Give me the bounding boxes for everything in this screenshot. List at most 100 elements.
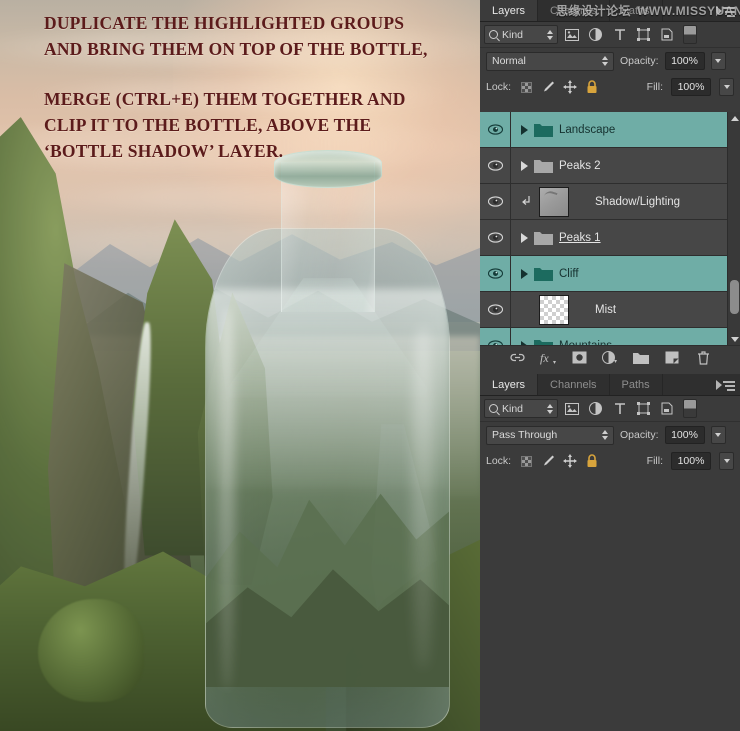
lock-all-icon[interactable]	[585, 80, 599, 94]
layer-visibility-toggle[interactable]	[480, 184, 511, 219]
tab-channels[interactable]: Channels	[538, 374, 610, 395]
tab-channels[interactable]: Channels	[538, 0, 610, 21]
layer-row-content[interactable]: Cliff	[511, 256, 740, 291]
search-icon	[489, 404, 498, 413]
lock-position-move-icon[interactable]	[563, 80, 578, 94]
filter-kind-label: Kind	[502, 402, 524, 415]
adjustment-layer-filter-icon[interactable]	[585, 25, 606, 44]
layer-visibility-toggle[interactable]	[480, 112, 511, 147]
layer-name[interactable]: Peaks 2	[559, 160, 601, 172]
opacity-dropdown-icon[interactable]	[710, 426, 726, 444]
lock-image-pixels-brush-icon[interactable]	[541, 80, 555, 94]
layer-name[interactable]: Mist	[595, 304, 616, 316]
chevron-right-icon[interactable]	[521, 124, 528, 135]
shape-layer-filter-icon[interactable]	[633, 25, 654, 44]
layer-name[interactable]: Cliff	[559, 268, 579, 280]
filter-kind-select[interactable]: Kind	[484, 399, 558, 418]
layer-name[interactable]: Peaks 1	[559, 232, 601, 244]
opacity-input[interactable]: 100%	[664, 426, 705, 444]
eye-icon	[487, 268, 503, 279]
layer-row-peaks-2[interactable]: Peaks 2	[480, 148, 740, 184]
layer-name[interactable]: Landscape	[559, 124, 615, 136]
tab-paths[interactable]: Paths	[609, 0, 663, 21]
bottle-highlight-right	[412, 328, 434, 668]
lock-all-icon[interactable]	[585, 454, 599, 468]
layer-visibility-toggle[interactable]	[480, 148, 511, 183]
lock-transparent-pixels-icon[interactable]	[519, 454, 533, 468]
opacity-dropdown-icon[interactable]	[710, 52, 726, 70]
layer-list-top[interactable]: Landscape Peaks 2 Shadow/Lighting Peaks …	[480, 112, 740, 345]
blend-opacity-row-top: Normal Opacity: 100%	[480, 48, 740, 74]
layer-row-content[interactable]: Shadow/Lighting	[511, 184, 740, 219]
chevron-right-icon[interactable]	[521, 268, 528, 279]
smart-object-filter-icon[interactable]	[657, 25, 678, 44]
chevron-updown-icon	[547, 403, 553, 414]
svg-text:fx: fx	[540, 351, 549, 365]
filter-enable-toggle[interactable]	[683, 399, 697, 418]
layer-row-content[interactable]: Peaks 2	[511, 148, 740, 183]
fill-label: Fill:	[646, 455, 663, 467]
tutorial-annotation: DUPLICATE THE HIGHLIGHTED GROUPS AND BRI…	[44, 10, 464, 164]
blend-mode-select[interactable]: Normal	[486, 51, 614, 71]
layer-thumbnail[interactable]	[539, 186, 569, 217]
link-layers-icon[interactable]	[508, 349, 526, 367]
scroll-down-arrow-icon[interactable]	[728, 333, 740, 345]
scrollbar-thumb[interactable]	[730, 280, 739, 314]
fill-dropdown-icon[interactable]	[719, 78, 734, 96]
layer-name[interactable]: Shadow/Lighting	[595, 196, 680, 208]
filter-enable-toggle[interactable]	[683, 25, 697, 44]
chevron-updown-icon	[602, 430, 608, 440]
fill-label: Fill:	[646, 81, 663, 93]
tab-layers[interactable]: Layers	[480, 0, 539, 21]
layer-row-content[interactable]: Mist	[511, 292, 740, 327]
canvas-artwork[interactable]: DUPLICATE THE HIGHLIGHTED GROUPS AND BRI…	[0, 0, 480, 731]
pixel-layer-filter-icon[interactable]	[561, 399, 582, 418]
layer-row-content[interactable]: Mountains	[511, 328, 740, 345]
layer-visibility-toggle[interactable]	[480, 292, 511, 327]
new-group-icon[interactable]	[632, 349, 650, 367]
scroll-up-arrow-icon[interactable]	[728, 112, 740, 124]
smart-object-filter-icon[interactable]	[657, 399, 678, 418]
new-layer-icon[interactable]	[663, 349, 681, 367]
layer-row-content[interactable]: Landscape	[511, 112, 740, 147]
layer-row-landscape[interactable]: Landscape	[480, 112, 740, 148]
tab-layers[interactable]: Layers	[480, 374, 539, 395]
layer-visibility-toggle[interactable]	[480, 220, 511, 255]
layer-style-fx-icon[interactable]: fx	[539, 349, 557, 367]
layer-thumbnail[interactable]	[539, 294, 569, 325]
shape-layer-filter-icon[interactable]	[633, 399, 654, 418]
layer-visibility-toggle[interactable]	[480, 328, 511, 345]
eye-icon	[487, 196, 503, 207]
delete-layer-icon[interactable]	[694, 349, 712, 367]
add-layer-mask-icon[interactable]	[570, 349, 588, 367]
opacity-input[interactable]: 100%	[664, 52, 705, 70]
pixel-layer-filter-icon[interactable]	[561, 25, 582, 44]
panel-menu-icon[interactable]	[716, 379, 735, 391]
type-layer-filter-icon[interactable]	[609, 399, 630, 418]
type-layer-filter-icon[interactable]	[609, 25, 630, 44]
fill-dropdown-icon[interactable]	[719, 452, 734, 470]
fill-input[interactable]: 100%	[671, 78, 711, 96]
chevron-right-icon[interactable]	[521, 160, 528, 171]
tab-paths[interactable]: Paths	[609, 374, 663, 395]
layers-panel-top: Layers Channels Paths Kind Normal Opacit…	[480, 0, 740, 369]
layer-row-mountains[interactable]: Mountains	[480, 328, 740, 345]
layer-row-content[interactable]: Peaks 1	[511, 220, 740, 255]
fill-input[interactable]: 100%	[671, 452, 711, 470]
layer-row-cliff[interactable]: Cliff	[480, 256, 740, 292]
new-adjustment-layer-icon[interactable]	[601, 349, 619, 367]
lock-image-pixels-brush-icon[interactable]	[541, 454, 555, 468]
layer-row-mist[interactable]: Mist	[480, 292, 740, 328]
layer-row-peaks-1[interactable]: Peaks 1	[480, 220, 740, 256]
filter-kind-select[interactable]: Kind	[484, 25, 558, 44]
layer-list-scrollbar[interactable]	[727, 112, 740, 345]
layer-visibility-toggle[interactable]	[480, 256, 511, 291]
panel-menu-icon[interactable]	[716, 5, 735, 17]
chevron-right-icon[interactable]	[521, 232, 528, 243]
lock-position-move-icon[interactable]	[563, 454, 578, 468]
blend-mode-select[interactable]: Pass Through	[486, 425, 614, 445]
blend-mode-value: Normal	[492, 55, 526, 67]
lock-transparent-pixels-icon[interactable]	[519, 80, 533, 94]
adjustment-layer-filter-icon[interactable]	[585, 399, 606, 418]
layer-row-shadow-lighting[interactable]: Shadow/Lighting	[480, 184, 740, 220]
